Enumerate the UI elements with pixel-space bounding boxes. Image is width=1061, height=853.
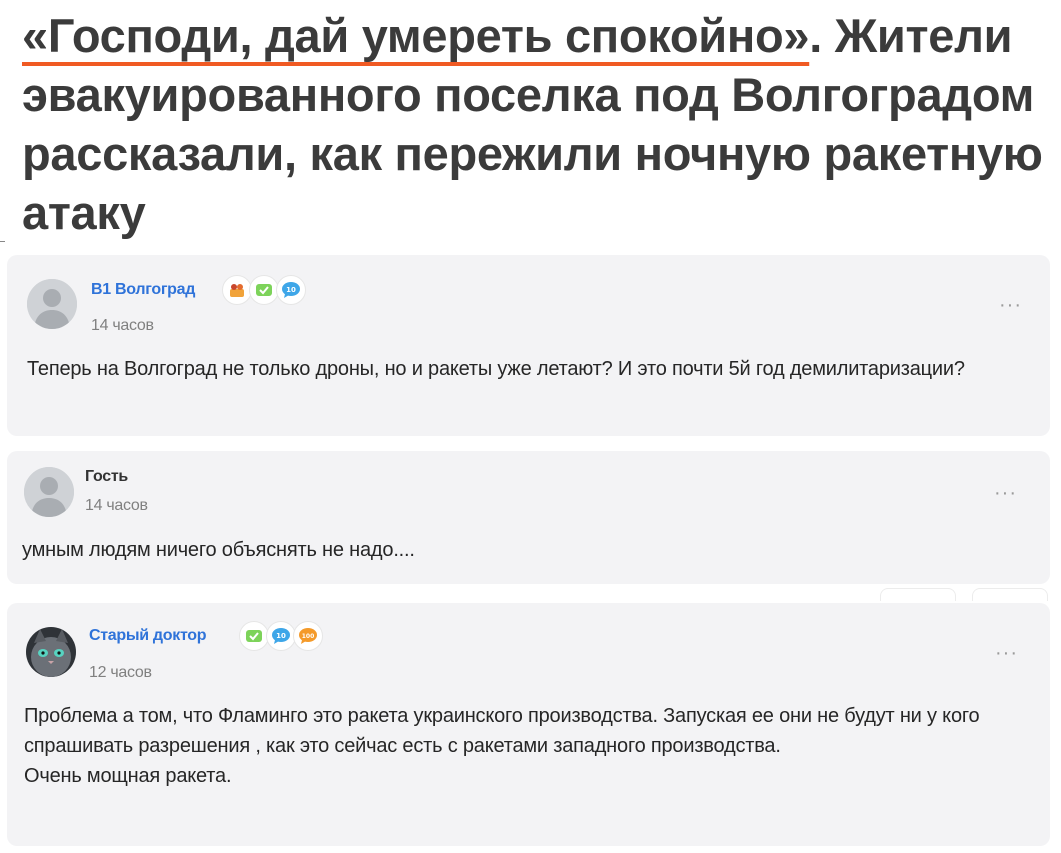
comment-paragraph: Теперь на Волгоград не только дроны, но … (27, 358, 965, 380)
comment-text: Проблема а том, что Фламинго это ракета … (24, 701, 1009, 791)
svg-text:10: 10 (286, 286, 296, 294)
user-placeholder-icon (27, 279, 77, 329)
cat-avatar-icon (26, 627, 76, 677)
comment-text: умным людям ничего объяснять не надо.... (22, 535, 992, 565)
comment-card: Старый доктор 10 100 12 часов ··· Пробле… (7, 603, 1050, 846)
reaction-tab[interactable] (880, 588, 956, 601)
comments-100-badge-icon[interactable]: 100 (293, 621, 323, 651)
comment-author[interactable]: Старый доктор (89, 627, 207, 645)
comment-author[interactable]: В1 Волгоград (91, 281, 195, 299)
comment-card: Гость 14 часов ··· умным людям ничего об… (7, 451, 1050, 584)
checkmark-badge-icon[interactable] (239, 621, 269, 651)
svg-text:10: 10 (276, 632, 286, 640)
more-options-button[interactable]: ··· (999, 295, 1022, 315)
comment-paragraph: Проблема а том, что Фламинго это ракета … (24, 705, 980, 757)
comment-time: 12 часов (89, 664, 152, 681)
avatar[interactable] (27, 279, 77, 329)
author-badges: 10 (222, 275, 312, 305)
comment-time: 14 часов (91, 317, 154, 334)
more-options-button[interactable]: ··· (994, 483, 1017, 503)
user-placeholder-icon (24, 467, 74, 517)
svg-text:100: 100 (302, 633, 315, 640)
comments-10-badge-icon[interactable]: 10 (266, 621, 296, 651)
comment-card: В1 Волгоград 10 14 часов ··· Теперь на В… (7, 255, 1050, 436)
comment-paragraph: умным людям ничего объяснять не надо.... (22, 539, 415, 561)
comments-10-badge-icon[interactable]: 10 (276, 275, 306, 305)
avatar[interactable] (24, 467, 74, 517)
divider-tick (0, 241, 5, 242)
headline-quote: «Господи, дай умереть спокойно» (22, 9, 810, 62)
more-options-button[interactable]: ··· (995, 643, 1018, 663)
group-badge-icon[interactable] (222, 275, 252, 305)
author-badges: 10 100 (239, 621, 329, 651)
checkmark-badge-icon[interactable] (249, 275, 279, 305)
comment-text: Теперь на Волгоград не только дроны, но … (27, 354, 997, 384)
reaction-tab[interactable] (972, 588, 1048, 601)
comment-author: Гость (85, 468, 128, 485)
article-headline: «Господи, дай умереть спокойно». Жители … (22, 6, 1057, 242)
comment-paragraph: Очень мощная ракета. (24, 765, 232, 787)
reaction-tabs (880, 588, 1050, 601)
avatar[interactable] (26, 627, 76, 677)
comment-time: 14 часов (85, 497, 148, 514)
